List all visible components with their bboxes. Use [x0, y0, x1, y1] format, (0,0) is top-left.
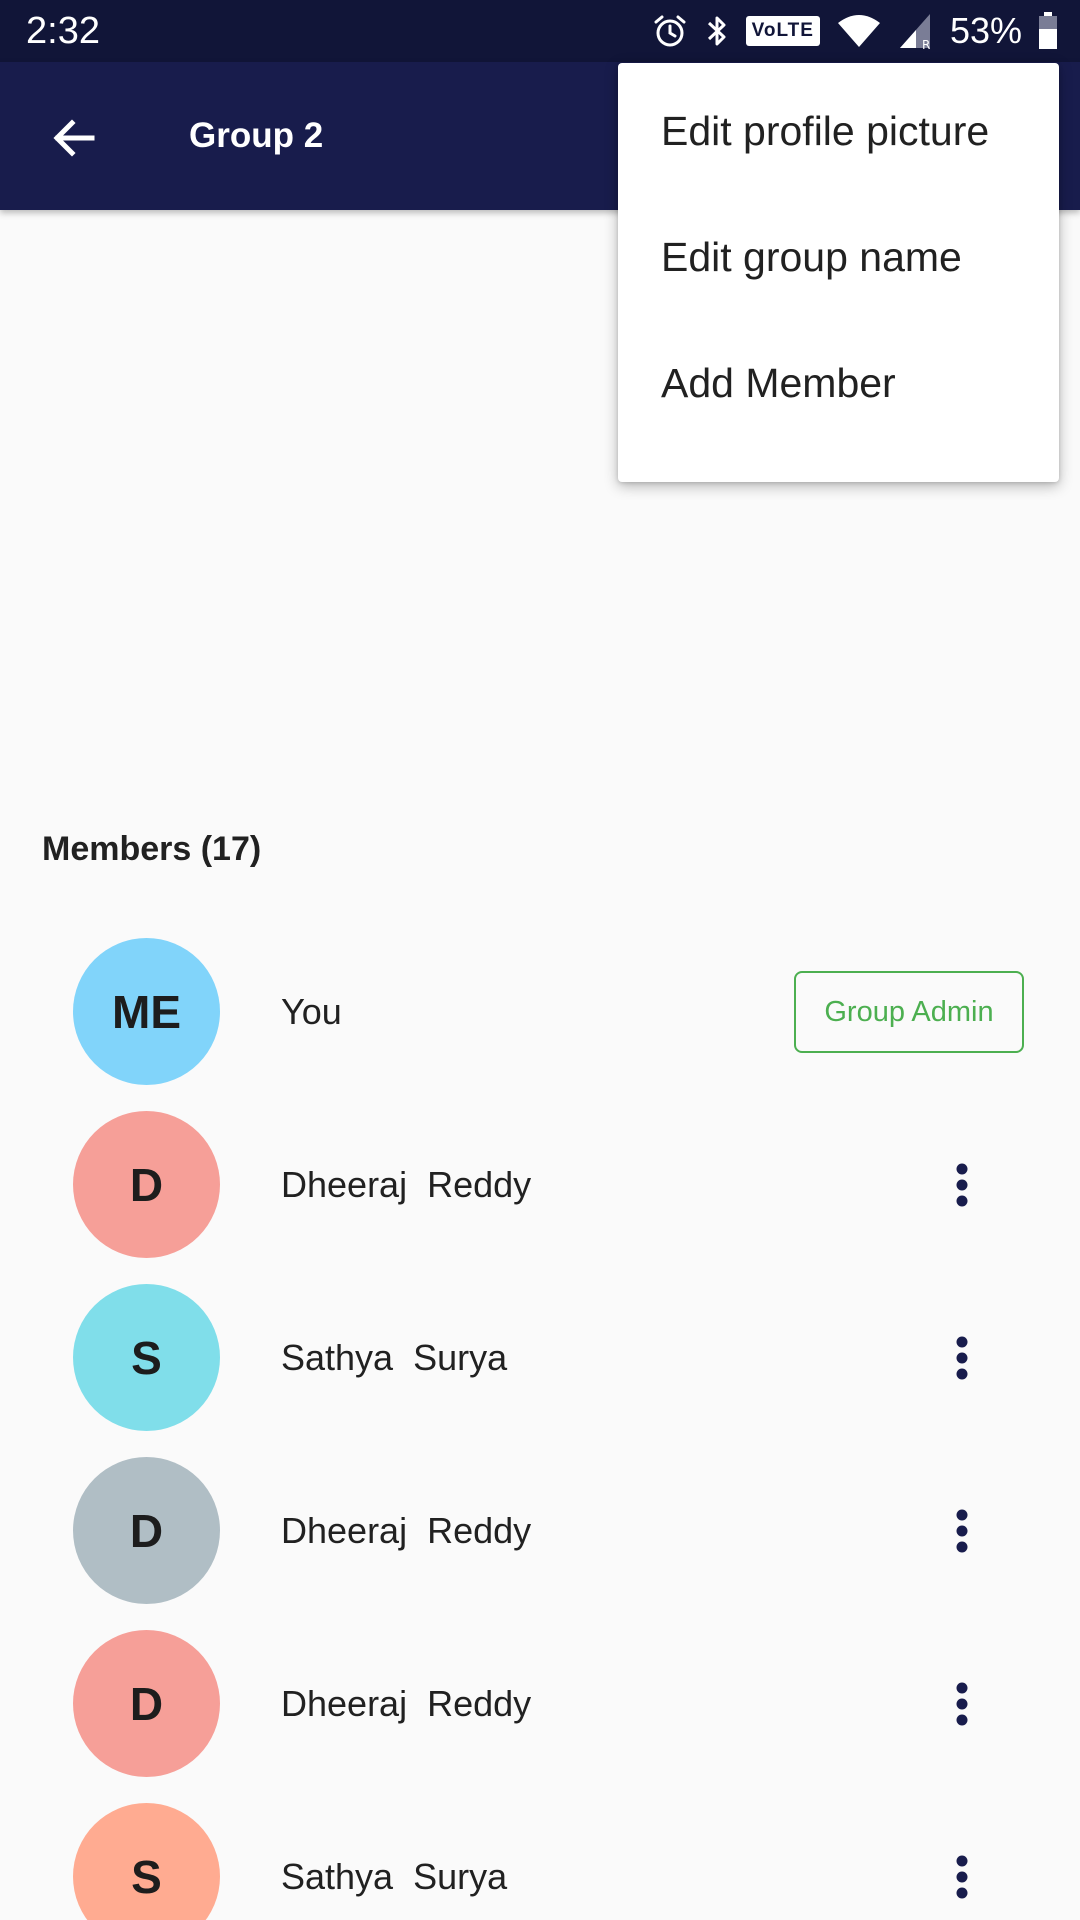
member-name: You	[281, 991, 342, 1032]
svg-text:R: R	[922, 38, 930, 50]
avatar: D	[73, 1630, 220, 1777]
volte-icon: VoLTE	[745, 16, 820, 46]
avatar: S	[73, 1803, 220, 1920]
members-header: Members (17)	[42, 830, 262, 868]
avatar: D	[73, 1111, 220, 1258]
menu-item-edit-group-name[interactable]: Edit group name	[618, 208, 1059, 334]
avatar: ME	[73, 938, 220, 1085]
member-row[interactable]: D Dheeraj Reddy	[0, 1449, 1080, 1622]
member-name: Dheeraj Reddy	[281, 1683, 532, 1724]
member-row[interactable]: S Sathya Surya	[0, 1276, 1080, 1449]
menu-item-add-member[interactable]: Add Member	[618, 334, 1059, 460]
more-vert-icon	[956, 1336, 968, 1380]
group-admin-badge: Group Admin	[794, 971, 1024, 1053]
member-name: Dheeraj Reddy	[281, 1164, 532, 1205]
member-row[interactable]: D Dheeraj Reddy	[0, 1103, 1080, 1276]
avatar: S	[73, 1284, 220, 1431]
back-button[interactable]	[38, 102, 110, 174]
member-name: Sathya Surya	[281, 1856, 508, 1897]
battery-icon	[1038, 12, 1058, 50]
more-options-button[interactable]	[932, 1668, 992, 1740]
more-vert-icon	[956, 1163, 968, 1207]
avatar: D	[73, 1457, 220, 1604]
overflow-menu: Edit profile picture Edit group name Add…	[618, 63, 1059, 482]
status-bar: 2:32 VoLTE R 53%	[0, 0, 1080, 62]
menu-item-edit-profile-picture[interactable]: Edit profile picture	[618, 82, 1059, 208]
member-name: Dheeraj Reddy	[281, 1510, 532, 1551]
member-row[interactable]: S Sathya Surya	[0, 1795, 1080, 1920]
alarm-icon	[652, 13, 688, 49]
member-list: ME You Group Admin D Dheeraj Reddy S Sat…	[0, 930, 1080, 1920]
member-row[interactable]: D Dheeraj Reddy	[0, 1622, 1080, 1795]
more-options-button[interactable]	[932, 1841, 992, 1913]
more-vert-icon	[956, 1855, 968, 1899]
more-vert-icon	[956, 1509, 968, 1553]
status-icons: VoLTE R 53%	[652, 8, 1058, 54]
bluetooth-icon	[704, 13, 730, 49]
wifi-icon	[836, 13, 882, 49]
signal-icon: R	[898, 12, 934, 50]
more-options-button[interactable]	[932, 1495, 992, 1567]
battery-percentage: 53%	[949, 10, 1022, 51]
member-name: Sathya Surya	[281, 1337, 508, 1378]
page-title: Group 2	[189, 116, 324, 155]
member-row-you[interactable]: ME You Group Admin	[0, 930, 1080, 1103]
status-time: 2:32	[26, 10, 100, 52]
more-options-button[interactable]	[932, 1322, 992, 1394]
more-options-button[interactable]	[932, 1149, 992, 1221]
more-vert-icon	[956, 1682, 968, 1726]
back-arrow-icon	[53, 119, 95, 157]
